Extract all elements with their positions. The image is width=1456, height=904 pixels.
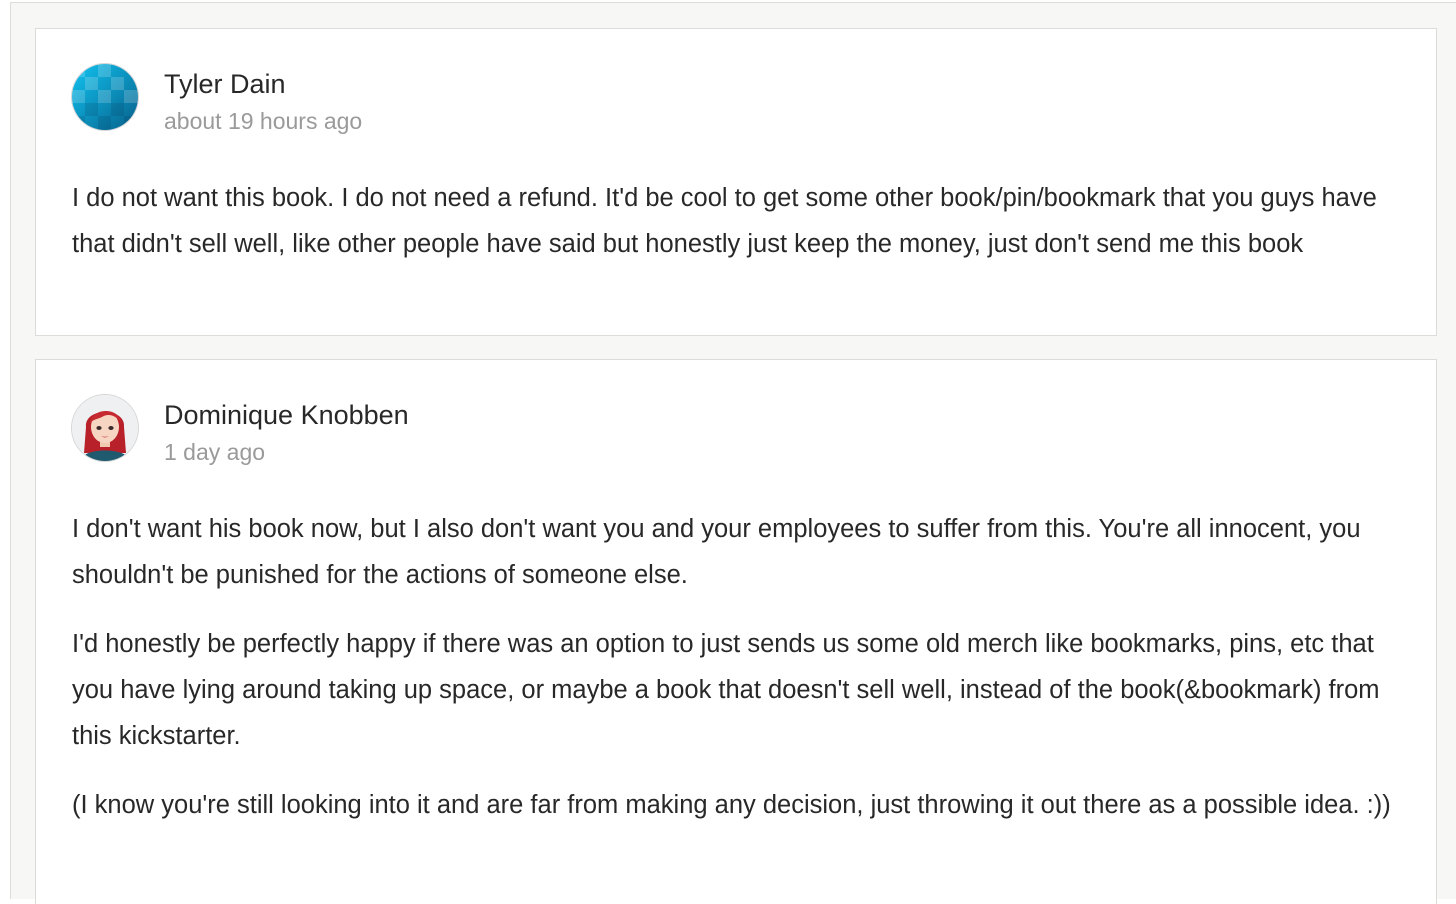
comment-card: Dominique Knobben 1 day ago I don't want… <box>35 359 1437 904</box>
comment-body: I don't want his book now, but I also do… <box>72 506 1417 828</box>
comment-timestamp: about 19 hours ago <box>164 108 363 134</box>
comment-body: I do not want this book. I do not need a… <box>72 175 1417 267</box>
comment-paragraph: I do not want this book. I do not need a… <box>72 184 1377 258</box>
comment-paragraph: (I know you're still looking into it and… <box>72 791 1391 819</box>
comment-paragraph: I don't want his book now, but I also do… <box>72 515 1361 589</box>
comment-card: Tyler Dain about 19 hours ago I do not w… <box>35 28 1437 336</box>
blue-gradient-avatar-icon[interactable] <box>72 64 138 130</box>
red-haired-woman-avatar-icon[interactable] <box>72 395 138 461</box>
comment-timestamp: 1 day ago <box>164 439 266 465</box>
author-name[interactable]: Tyler Dain <box>164 67 286 101</box>
comment-paragraph: I'd honestly be perfectly happy if there… <box>72 630 1380 750</box>
author-name[interactable]: Dominique Knobben <box>164 398 409 432</box>
